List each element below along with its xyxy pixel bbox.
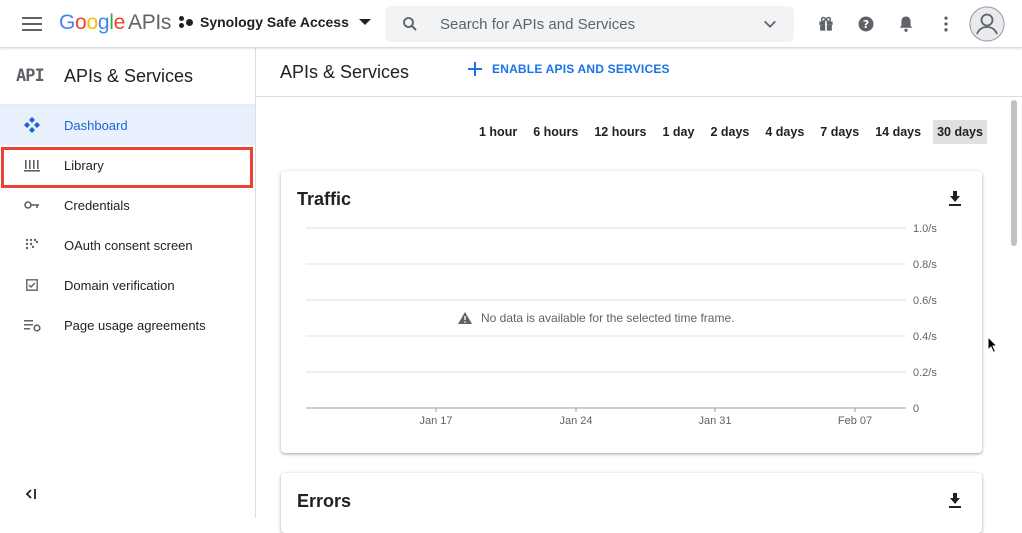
y-tick-label: 0.4/s	[913, 331, 937, 343]
enable-apis-label: ENABLE APIS AND SERVICES	[492, 62, 670, 76]
errors-card-title: Errors	[297, 491, 352, 511]
more-vert-icon[interactable]	[936, 14, 956, 34]
sidebar-item-label: Credentials	[64, 197, 130, 213]
sidebar-item-label: Page usage agreements	[64, 317, 206, 333]
dashboard-icon	[23, 116, 41, 134]
project-icon	[178, 14, 194, 30]
settings-list-icon	[23, 316, 41, 334]
range-7-days[interactable]: 7 days	[816, 120, 863, 144]
help-icon[interactable]: ?	[856, 14, 876, 34]
range-12-hours[interactable]: 12 hours	[590, 120, 650, 144]
y-tick-label: 1.0/s	[913, 223, 937, 235]
sidebar-title: APIs & Services	[64, 65, 194, 86]
logo-google: Google	[59, 11, 125, 34]
sidebar-nav: Dashboard Library Credentials OAuth cons…	[0, 104, 255, 345]
x-tick-label: Jan 17	[419, 415, 452, 427]
logo-apis: APIs	[127, 11, 172, 34]
sidebar-item-label: OAuth consent screen	[64, 237, 193, 253]
y-tick-label: 0.8/s	[913, 259, 937, 271]
y-tick-label: 0.6/s	[913, 295, 937, 307]
sidebar-item-label: Library	[64, 157, 104, 173]
plus-icon	[468, 62, 482, 76]
main-scrollbar[interactable]	[1009, 98, 1019, 518]
range-2-days[interactable]: 2 days	[706, 120, 753, 144]
sidebar-item-library[interactable]: Library	[0, 145, 255, 188]
top-app-bar: GoogleAPIs Synology Safe Access ?	[0, 0, 1022, 48]
range-4-days[interactable]: 4 days	[761, 120, 808, 144]
library-icon	[23, 156, 41, 174]
gift-icon[interactable]	[816, 14, 836, 34]
traffic-card: Traffic 0 0.2/s 0.4/s 0.6/s 0.8/s 1.0/s Jan 17…	[281, 171, 982, 453]
warning-icon	[458, 312, 472, 324]
download-icon[interactable]	[948, 493, 962, 509]
sidebar-header: API APIs & Services	[0, 48, 255, 104]
y-tick-label: 0	[913, 403, 919, 415]
scrollbar-thumb[interactable]	[1011, 100, 1017, 246]
traffic-chart: 0 0.2/s 0.4/s 0.6/s 0.8/s 1.0/s Jan 17 Jan 24 Ja…	[306, 223, 937, 427]
x-tick-label: Feb 07	[838, 415, 872, 427]
y-tick-label: 0.2/s	[913, 367, 937, 379]
project-name: Synology Safe Access	[200, 14, 349, 30]
range-1-hour[interactable]: 1 hour	[475, 120, 521, 144]
account-avatar[interactable]	[969, 6, 1005, 42]
main-menu-icon[interactable]	[22, 17, 42, 31]
mouse-cursor-icon	[987, 336, 999, 354]
sidebar-item-oauth-consent[interactable]: OAuth consent screen	[0, 225, 255, 265]
main-content: APIs & Services ENABLE APIS AND SERVICES…	[256, 48, 1022, 533]
page-title: APIs & Services	[280, 61, 410, 82]
sidebar-item-domain-verification[interactable]: Domain verification	[0, 265, 255, 305]
notifications-bell-icon[interactable]	[896, 14, 916, 34]
sidebar-item-label: Domain verification	[64, 277, 175, 293]
google-apis-logo[interactable]: Google APIs	[59, 11, 171, 35]
sidebar-item-page-usage-agreements[interactable]: Page usage agreements	[0, 305, 255, 345]
caret-down-icon	[358, 19, 371, 25]
x-tick-label: Jan 31	[698, 415, 731, 427]
range-30-days[interactable]: 30 days	[933, 120, 987, 144]
oauth-icon	[23, 236, 41, 254]
search-bar[interactable]	[385, 6, 794, 42]
range-6-hours[interactable]: 6 hours	[529, 120, 582, 144]
svg-text:?: ?	[863, 18, 869, 31]
sidebar-item-label: Dashboard	[64, 117, 128, 133]
search-input[interactable]	[440, 15, 740, 33]
sidebar-item-credentials[interactable]: Credentials	[0, 185, 255, 225]
key-icon	[23, 196, 41, 214]
range-14-days[interactable]: 14 days	[871, 120, 925, 144]
errors-card: Errors	[281, 473, 982, 533]
account-person-icon	[969, 6, 1005, 42]
chevron-down-icon[interactable]	[762, 16, 778, 32]
x-tick-label: Jan 24	[559, 415, 592, 427]
time-range-selector: 1 hour 6 hours 12 hours 1 day 2 days 4 d…	[475, 120, 987, 144]
no-data-message: No data is available for the selected ti…	[481, 311, 734, 325]
enable-apis-button[interactable]: ENABLE APIS AND SERVICES	[468, 62, 670, 76]
sidebar: API APIs & Services Dashboard Library Cr…	[0, 48, 256, 518]
project-selector[interactable]: Synology Safe Access	[178, 14, 371, 30]
search-icon	[403, 17, 417, 31]
api-badge-icon: API	[16, 66, 45, 86]
checkbox-icon	[23, 276, 41, 294]
sidebar-item-dashboard[interactable]: Dashboard	[0, 105, 255, 145]
range-1-day[interactable]: 1 day	[658, 120, 698, 144]
collapse-sidebar-icon[interactable]	[24, 488, 38, 500]
